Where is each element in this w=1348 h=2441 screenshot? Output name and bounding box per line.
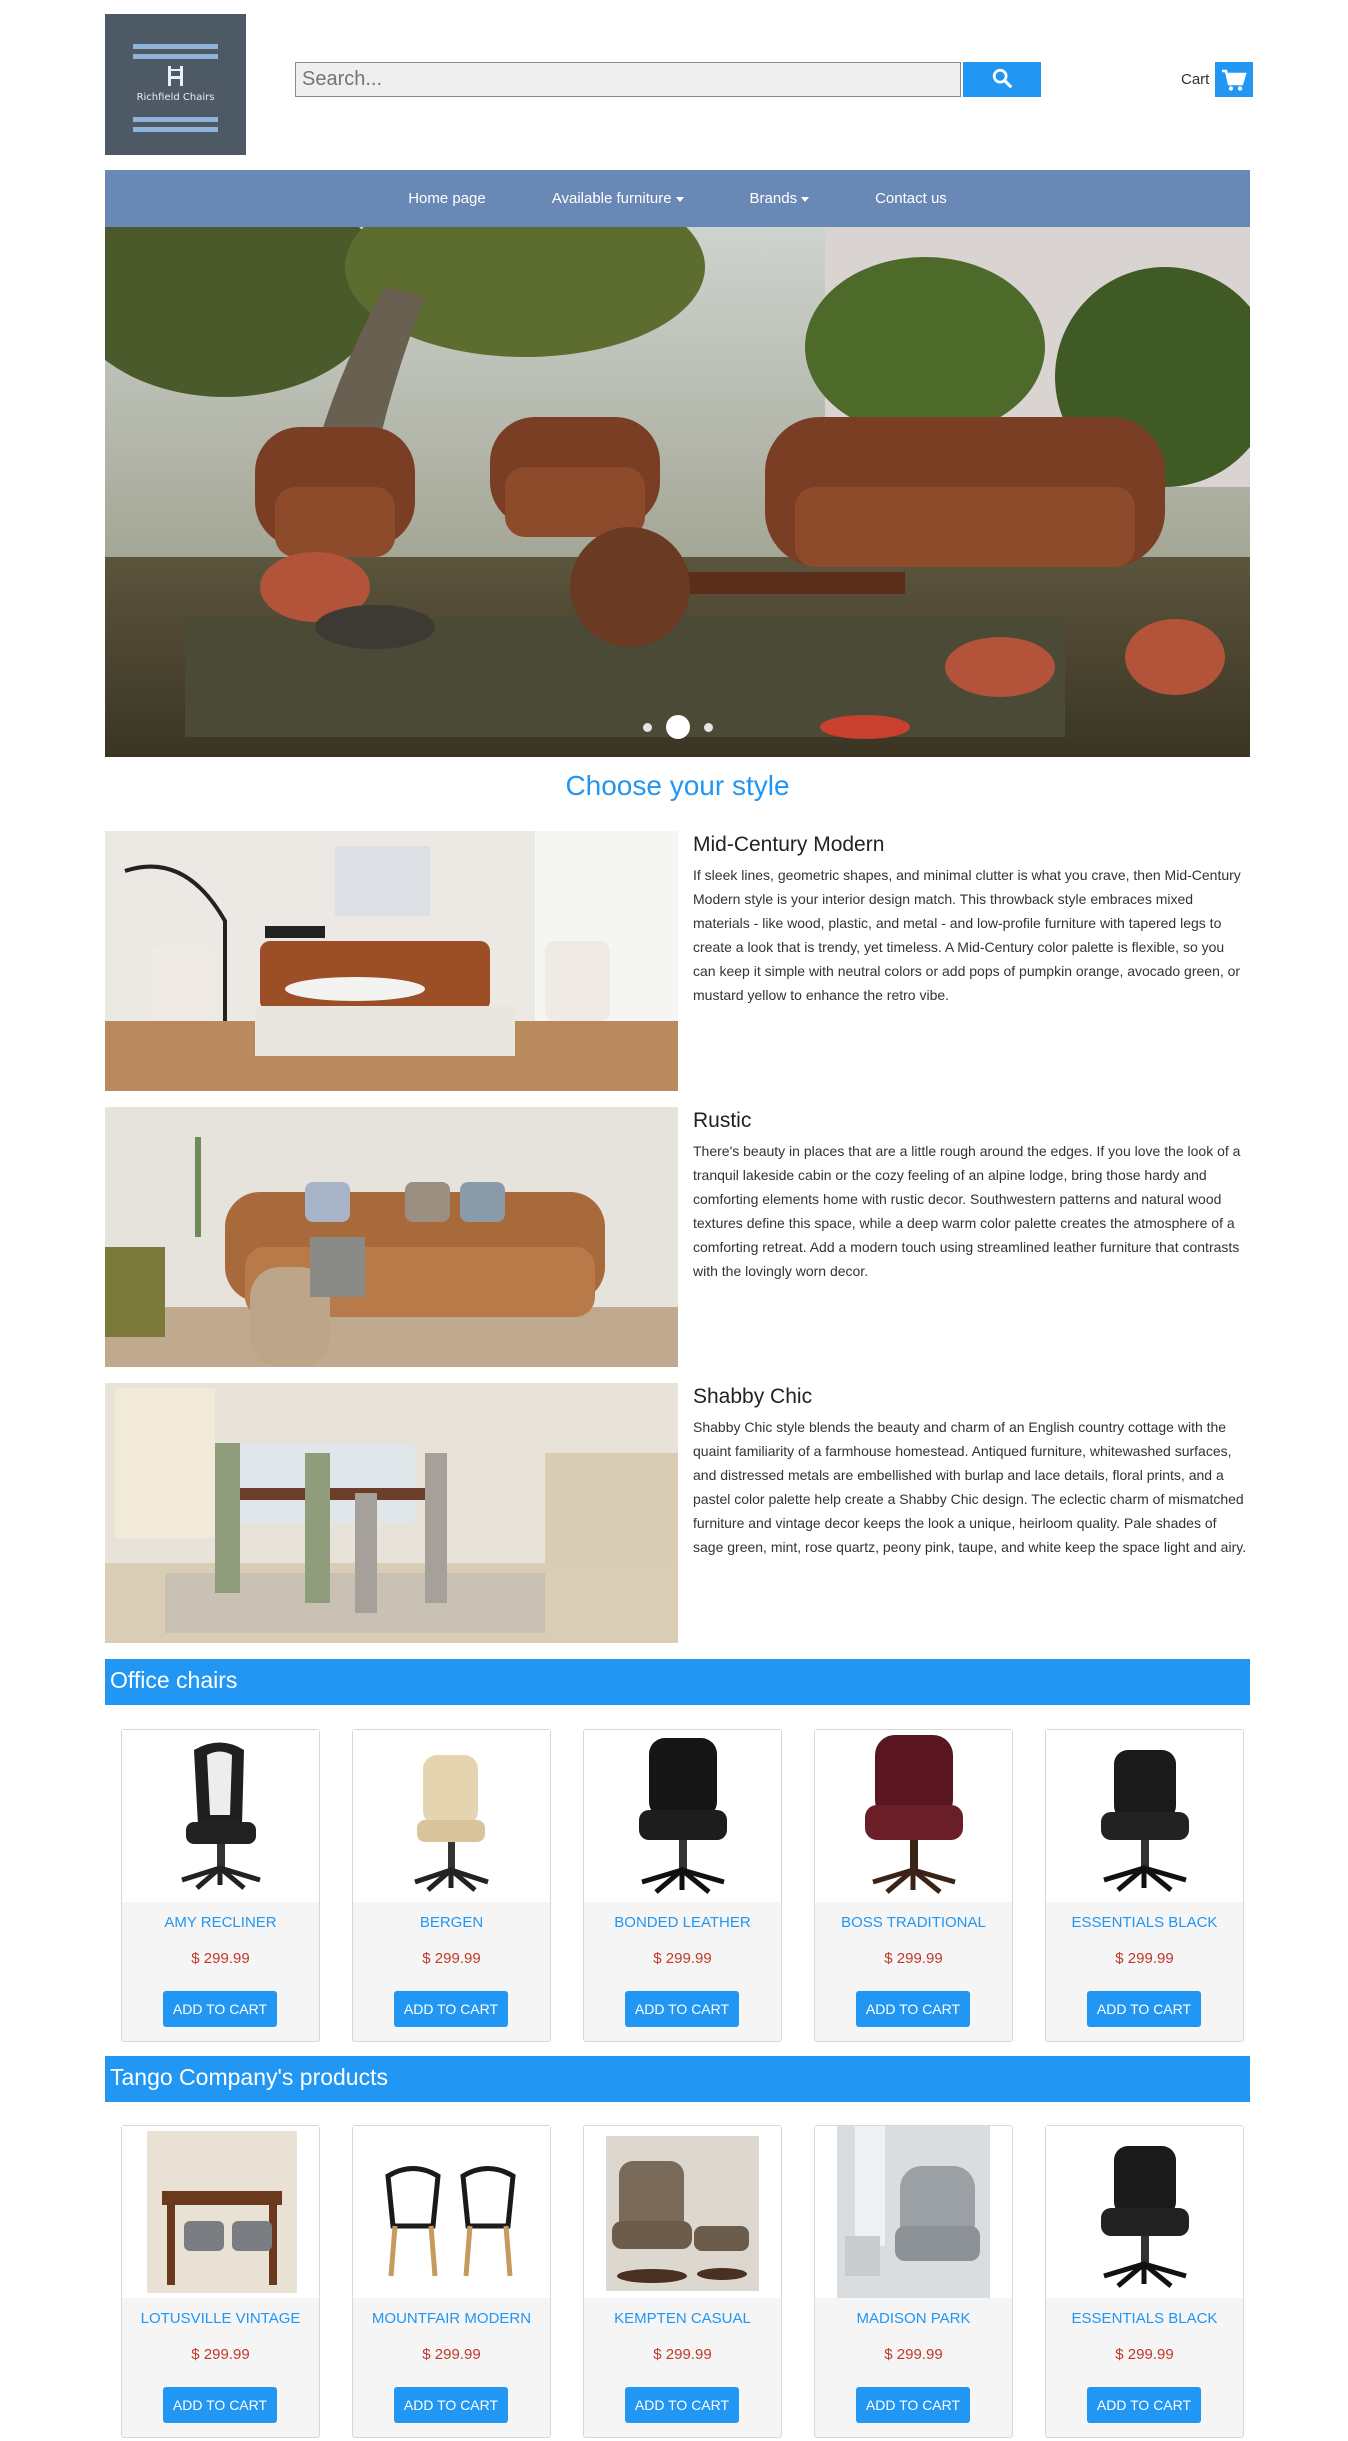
product-image[interactable] <box>584 2126 781 2298</box>
product-price: $ 299.99 <box>191 2346 250 2363</box>
product-card[interactable]: BONDED LEATHER $ 299.99 ADD TO CART <box>583 1729 782 2042</box>
product-image[interactable] <box>122 2126 319 2298</box>
nav-available-furniture[interactable]: Available furniture <box>519 190 717 207</box>
cart-icon <box>1222 69 1248 91</box>
product-name[interactable]: KEMPTEN CASUAL <box>584 2310 781 2327</box>
logo-text: Richfield Chairs <box>136 92 215 103</box>
style-title: Shabby Chic <box>693 1385 813 1408</box>
product-card[interactable]: LOTUSVILLE VINTAGE $ 299.99 ADD TO CART <box>121 2125 320 2438</box>
brand-logo[interactable]: Richfield Chairs <box>105 14 246 155</box>
product-card[interactable]: BERGEN $ 299.99 ADD TO CART <box>352 1729 551 2042</box>
search-input[interactable] <box>295 62 961 97</box>
nav-home[interactable]: Home page <box>375 190 519 207</box>
product-name[interactable]: BOSS TRADITIONAL <box>815 1914 1012 1931</box>
product-price: $ 299.99 <box>422 1950 481 1967</box>
product-card[interactable]: BOSS TRADITIONAL $ 299.99 ADD TO CART <box>814 1729 1013 2042</box>
tango-products-carousel: LOTUSVILLE VINTAGE $ 299.99 ADD TO CART … <box>105 2125 1250 2441</box>
add-to-cart-button[interactable]: ADD TO CART <box>394 2387 508 2423</box>
search-icon <box>992 68 1012 88</box>
product-name[interactable]: BERGEN <box>353 1914 550 1931</box>
carousel-dot[interactable] <box>703 722 713 732</box>
product-name[interactable]: ESSENTIALS BLACK <box>1046 1914 1243 1931</box>
product-price: $ 299.99 <box>884 1950 943 1967</box>
style-image-shabby-chic[interactable] <box>105 1383 678 1643</box>
cart-link[interactable]: Cart <box>1181 62 1254 97</box>
cart-button[interactable] <box>1215 62 1254 97</box>
style-image-rustic[interactable] <box>105 1107 678 1367</box>
logo-stripe <box>133 127 218 132</box>
product-name[interactable]: LOTUSVILLE VINTAGE <box>122 2310 319 2327</box>
hero-image <box>105 227 1250 757</box>
hero-carousel[interactable] <box>105 227 1250 757</box>
add-to-cart-button[interactable]: ADD TO CART <box>394 1991 508 2027</box>
style-title: Rustic <box>693 1109 752 1132</box>
product-card[interactable]: ESSENTIALS BLACK $ 299.99 ADD TO CART <box>1045 2125 1244 2438</box>
product-name[interactable]: MOUNTFAIR MODERN <box>353 2310 550 2327</box>
add-to-cart-button[interactable]: ADD TO CART <box>856 1991 970 2027</box>
style-item: Shabby Chic Shabby Chic style blends the… <box>105 1383 1250 1643</box>
style-description: If sleek lines, geometric shapes, and mi… <box>693 867 1241 1003</box>
add-to-cart-button[interactable]: ADD TO CART <box>163 2387 277 2423</box>
style-description: Shabby Chic style blends the beauty and … <box>693 1419 1247 1555</box>
product-card[interactable]: MADISON PARK $ 299.99 ADD TO CART <box>814 2125 1013 2438</box>
style-image-mid-century[interactable] <box>105 831 678 1091</box>
logo-stripe <box>133 54 218 59</box>
product-price: $ 299.99 <box>191 1950 250 1967</box>
product-image[interactable] <box>815 1730 1012 1902</box>
add-to-cart-button[interactable]: ADD TO CART <box>163 1991 277 2027</box>
product-price: $ 299.99 <box>653 1950 712 1967</box>
product-image[interactable] <box>1046 2126 1243 2298</box>
add-to-cart-button[interactable]: ADD TO CART <box>1087 1991 1201 2027</box>
product-image[interactable] <box>815 2126 1012 2298</box>
search-button[interactable] <box>963 62 1041 97</box>
cart-label: Cart <box>1181 71 1210 88</box>
add-to-cart-button[interactable]: ADD TO CART <box>1087 2387 1201 2423</box>
product-image[interactable] <box>353 2126 550 2298</box>
product-name[interactable]: ESSENTIALS BLACK <box>1046 2310 1243 2327</box>
nav-label: Brands <box>749 190 798 207</box>
nav-label: Home page <box>408 190 486 207</box>
style-item: Rustic There's beauty in places that are… <box>105 1107 1250 1367</box>
carousel-dot[interactable] <box>642 722 652 732</box>
product-card[interactable]: AMY RECLINER $ 299.99 ADD TO CART <box>121 1729 320 2042</box>
logo-stripe <box>133 44 218 49</box>
product-price: $ 299.99 <box>884 2346 943 2363</box>
nav-brands[interactable]: Brands <box>717 190 843 207</box>
office-chairs-carousel: AMY RECLINER $ 299.99 ADD TO CART BERGEN… <box>105 1729 1250 2045</box>
style-item: Mid-Century Modern If sleek lines, geome… <box>105 831 1250 1091</box>
nav-label: Available furniture <box>551 190 672 207</box>
caret-down-icon <box>675 196 684 202</box>
product-name[interactable]: BONDED LEATHER <box>584 1914 781 1931</box>
product-price: $ 299.99 <box>1115 2346 1174 2363</box>
product-image[interactable] <box>353 1730 550 1902</box>
add-to-cart-button[interactable]: ADD TO CART <box>625 1991 739 2027</box>
product-price: $ 299.99 <box>653 2346 712 2363</box>
carousel-indicators <box>105 715 1250 739</box>
product-price: $ 299.99 <box>422 2346 481 2363</box>
main-navigation: Home page Available furniture Brands Con… <box>105 170 1250 227</box>
product-image[interactable] <box>122 1730 319 1902</box>
tango-products-heading: Tango Company's products <box>105 2056 1250 2102</box>
product-image[interactable] <box>1046 1730 1243 1902</box>
product-card[interactable]: ESSENTIALS BLACK $ 299.99 ADD TO CART <box>1045 1729 1244 2042</box>
product-card[interactable]: MOUNTFAIR MODERN $ 299.99 ADD TO CART <box>352 2125 551 2438</box>
chair-icon <box>168 66 183 86</box>
caret-down-icon <box>801 196 810 202</box>
product-name[interactable]: MADISON PARK <box>815 2310 1012 2327</box>
style-title: Mid-Century Modern <box>693 833 885 856</box>
add-to-cart-button[interactable]: ADD TO CART <box>856 2387 970 2423</box>
product-image[interactable] <box>584 1730 781 1902</box>
product-price: $ 299.99 <box>1115 1950 1174 1967</box>
nav-contact[interactable]: Contact us <box>842 190 980 207</box>
logo-stripe <box>133 117 218 122</box>
section-title: Choose your style <box>565 770 790 801</box>
nav-label: Contact us <box>875 190 947 207</box>
product-name[interactable]: AMY RECLINER <box>122 1914 319 1931</box>
office-chairs-heading: Office chairs <box>105 1659 1250 1705</box>
product-card[interactable]: KEMPTEN CASUAL $ 299.99 ADD TO CART <box>583 2125 782 2438</box>
add-to-cart-button[interactable]: ADD TO CART <box>625 2387 739 2423</box>
carousel-dot-active[interactable] <box>665 715 690 739</box>
style-description: There's beauty in places that are a litt… <box>693 1143 1241 1279</box>
